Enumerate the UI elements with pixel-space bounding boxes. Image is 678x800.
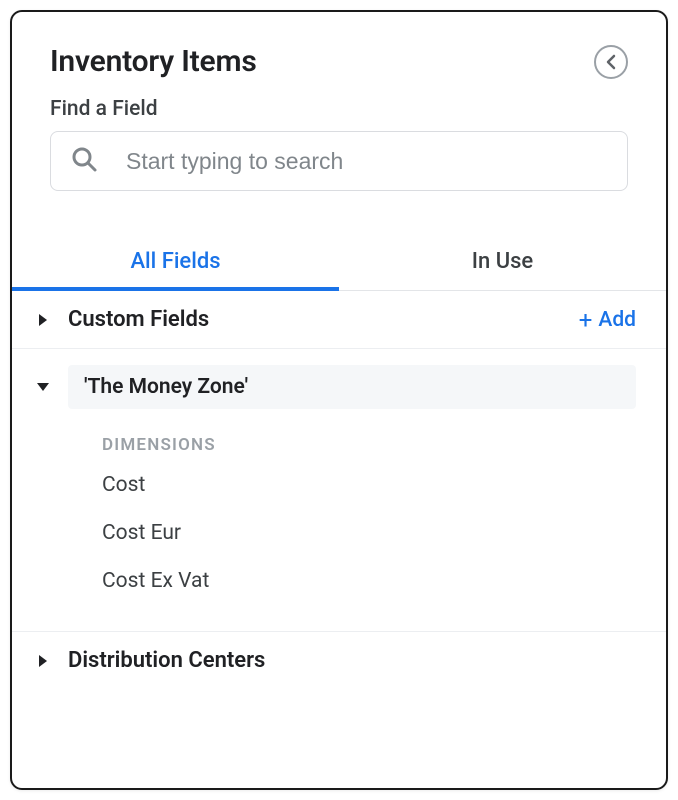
tabs: All Fields In Use xyxy=(12,231,666,291)
dimension-cost[interactable]: Cost xyxy=(68,461,636,509)
search-input-wrap xyxy=(50,131,628,191)
caret-right-icon xyxy=(32,655,54,667)
money-zone-contents: DIMENSIONS Cost Cost Eur Cost Ex Vat xyxy=(12,413,666,605)
add-label: Add xyxy=(598,308,636,332)
search-icon xyxy=(70,145,98,177)
group-label: Distribution Centers xyxy=(68,648,636,673)
group-label: 'The Money Zone' xyxy=(68,365,636,409)
field-picker-panel: Inventory Items Find a Field All Fields … xyxy=(10,10,668,790)
panel-header: Inventory Items xyxy=(12,12,666,97)
plus-icon: + xyxy=(579,308,593,332)
dimensions-heading: DIMENSIONS xyxy=(68,423,636,461)
dimension-cost-ex-vat[interactable]: Cost Ex Vat xyxy=(68,557,636,605)
caret-down-icon xyxy=(32,383,54,391)
caret-right-icon xyxy=(32,314,54,326)
field-list: Custom Fields + Add 'The Money Zone' DIM… xyxy=(12,291,666,788)
search-input[interactable] xyxy=(50,131,628,191)
tab-all-fields[interactable]: All Fields xyxy=(12,231,339,290)
tab-in-use[interactable]: In Use xyxy=(339,231,666,290)
group-money-zone-label-wrap: 'The Money Zone' xyxy=(68,365,636,409)
search-label: Find a Field xyxy=(50,97,628,121)
collapse-panel-button[interactable] xyxy=(594,45,628,79)
group-label: Custom Fields xyxy=(68,307,579,332)
group-custom-fields[interactable]: Custom Fields + Add xyxy=(12,291,666,349)
group-distribution-centers[interactable]: Distribution Centers xyxy=(12,632,666,689)
search-section: Find a Field xyxy=(12,97,666,203)
dimension-cost-eur[interactable]: Cost Eur xyxy=(68,509,636,557)
add-custom-field-button[interactable]: + Add xyxy=(579,308,636,332)
panel-title: Inventory Items xyxy=(50,44,257,79)
group-money-zone[interactable]: 'The Money Zone' xyxy=(12,349,666,413)
group-money-zone-block: 'The Money Zone' DIMENSIONS Cost Cost Eu… xyxy=(12,349,666,632)
chevron-left-icon xyxy=(604,54,618,70)
